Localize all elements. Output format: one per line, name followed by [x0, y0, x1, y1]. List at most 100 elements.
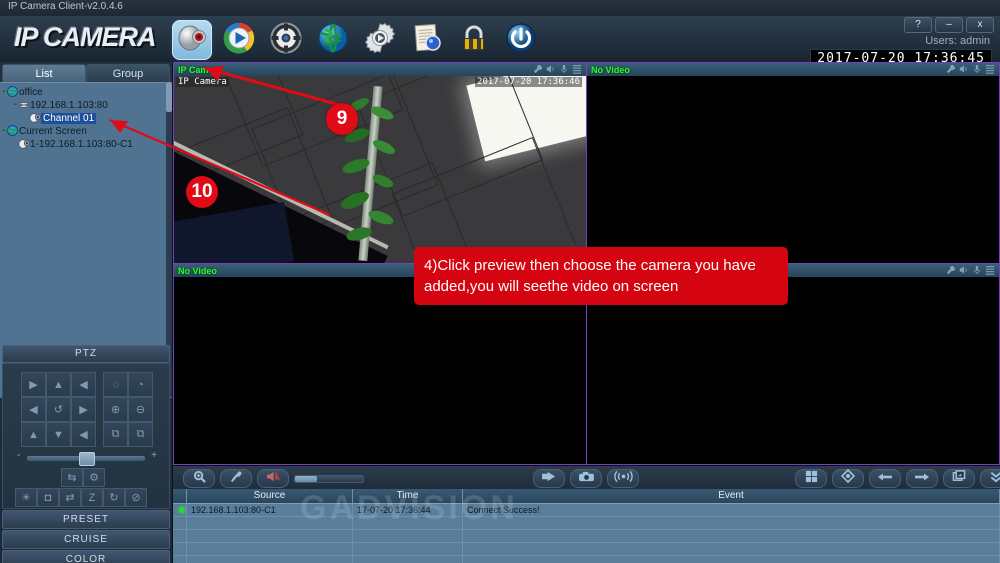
- speaker-mute-icon: [266, 470, 281, 488]
- ptz-up[interactable]: ▲: [46, 372, 71, 397]
- tree-node[interactable]: - office: [0, 86, 172, 98]
- ptz-speed-slider[interactable]: - +: [17, 450, 157, 466]
- ptz-down[interactable]: ▼: [46, 422, 71, 447]
- power-button[interactable]: [501, 20, 541, 60]
- grid-4-icon: [805, 470, 818, 488]
- ptz-light-button[interactable]: ☀: [15, 488, 37, 507]
- ptz-rotate-button[interactable]: ↻: [103, 488, 125, 507]
- event-log-header: Source Time Event: [173, 489, 1000, 504]
- talk-mic-button[interactable]: [220, 469, 252, 488]
- alarm-button[interactable]: [607, 469, 639, 488]
- cruise-section-button[interactable]: CRUISE: [2, 530, 170, 549]
- event-column-header[interactable]: Event: [463, 489, 1000, 503]
- ptz-flip-button[interactable]: ⇆: [61, 468, 83, 487]
- diamond-arrows-icon: [840, 468, 856, 488]
- tab-group[interactable]: Group: [86, 64, 170, 83]
- event-log-row[interactable]: [173, 543, 1000, 556]
- prev-page-button[interactable]: [869, 469, 901, 488]
- ptz-left[interactable]: ◀: [21, 397, 46, 422]
- app-header: IP CAMERA ? – x Users: admin 2017-07-20 …: [0, 16, 1000, 69]
- event-status-indicator: [173, 517, 187, 529]
- preview-camera-button[interactable]: [172, 20, 212, 60]
- ptz-lamp-button[interactable]: ◘: [37, 488, 59, 507]
- cycle-view-button[interactable]: [943, 469, 975, 488]
- zoom-in-button[interactable]: ⧉: [103, 422, 128, 447]
- zoom-search-button[interactable]: [183, 469, 215, 488]
- document-settings-icon: [410, 21, 444, 60]
- tab-list[interactable]: List: [2, 64, 86, 83]
- ptz-up-left[interactable]: ▶: [21, 372, 46, 397]
- event-log-row[interactable]: [173, 530, 1000, 543]
- event-source-cell: [187, 556, 353, 563]
- video-cell-title: No Video: [591, 64, 630, 75]
- tree-expander[interactable]: -: [0, 125, 8, 137]
- ptz-panel: ▶ ▲ ◀ ◀ ↺ ▶ ▲ ▼ ◀ ◌ ◔ ⊕ ⊖ ⧉ ⧉ - + ⇆ ⚙ ☀ ◘ ⇄ Z ↻ ⊘: [2, 363, 170, 509]
- ptz-settings-button[interactable]: ⚙: [83, 468, 105, 487]
- ip-camera-client-window: IP Camera Client-v2.0.4.6 IP CAMERA ? – …: [0, 0, 1000, 563]
- snapshot-button[interactable]: [570, 469, 602, 488]
- ptz-right[interactable]: ▶: [71, 397, 96, 422]
- mute-speaker-button[interactable]: [257, 469, 289, 488]
- focus-far-button-glyph: ⊖: [135, 404, 146, 416]
- tree-expander[interactable]: -: [0, 86, 8, 98]
- ptz-up-glyph: ▲: [53, 378, 64, 391]
- ptz-brush-button[interactable]: Z: [81, 488, 103, 507]
- focus-near-button[interactable]: ⊕: [103, 397, 128, 422]
- next-page-button[interactable]: [906, 469, 938, 488]
- preset-section-button[interactable]: PRESET: [2, 510, 170, 529]
- video-cell-body[interactable]: IP Camera 2017-07-20 17:36:46: [174, 76, 586, 263]
- event-event-cell: Connect Success!: [463, 504, 1000, 516]
- tree-expander[interactable]: -: [11, 99, 19, 111]
- lock-button[interactable]: [454, 20, 494, 60]
- iris-close-button[interactable]: ◔: [128, 372, 153, 397]
- video-cell-body[interactable]: [587, 277, 999, 464]
- alarm-signal-icon: [613, 470, 633, 488]
- ptz-down-right[interactable]: ◀: [71, 422, 96, 447]
- device-manage-button[interactable]: [313, 20, 353, 60]
- video-cell-2[interactable]: No Video: [586, 62, 1000, 264]
- event-log-row[interactable]: [173, 556, 1000, 563]
- event-column-header[interactable]: [173, 489, 187, 503]
- help-button[interactable]: ?: [904, 17, 932, 33]
- ptz-lamp-button-glyph: ◘: [44, 491, 52, 504]
- lock-icon: [457, 21, 491, 60]
- gear-icon: [363, 21, 397, 60]
- tree-node[interactable]: 1-192.168.1.103:80-C1: [0, 138, 172, 150]
- iris-open-button[interactable]: ◌: [103, 372, 128, 397]
- layout-grid-button[interactable]: [795, 469, 827, 488]
- magnifier-icon: [193, 470, 206, 488]
- ptz-control-button[interactable]: [266, 20, 306, 60]
- tree-node[interactable]: - Current Screen: [0, 125, 172, 137]
- event-log-row[interactable]: [173, 517, 1000, 530]
- ptz-function-row-1: ⇆ ⚙: [61, 468, 105, 487]
- volume-slider[interactable]: [294, 474, 364, 483]
- event-column-header[interactable]: Source: [187, 489, 353, 503]
- close-button[interactable]: x: [966, 17, 994, 33]
- video-cell-body[interactable]: [174, 277, 586, 464]
- tree-node[interactable]: Channel 01: [0, 112, 172, 124]
- speed-plus-label: +: [151, 450, 157, 461]
- ptz-wiper-button[interactable]: ⇄: [59, 488, 81, 507]
- zoom-out-button[interactable]: ⧉: [128, 422, 153, 447]
- tree-node[interactable]: -192.168.1.103:80: [0, 99, 172, 111]
- log-button[interactable]: [407, 20, 447, 60]
- event-column-header[interactable]: Time: [353, 489, 463, 503]
- record-button[interactable]: [533, 469, 565, 488]
- system-config-button[interactable]: [360, 20, 400, 60]
- ptz-stop-button[interactable]: ⊘: [125, 488, 147, 507]
- minimize-button[interactable]: –: [935, 17, 963, 33]
- fullscreen-button[interactable]: [832, 468, 864, 488]
- speed-knob[interactable]: [79, 452, 95, 466]
- event-log-rows: 192.168.1.103:80-C1 17-07-20 17:36:44 Conn…: [173, 504, 1000, 563]
- playback-button[interactable]: [219, 20, 259, 60]
- focus-far-button[interactable]: ⊖: [128, 397, 153, 422]
- video-cell-body[interactable]: [587, 76, 999, 263]
- event-log-row[interactable]: 192.168.1.103:80-C1 17-07-20 17:36:44 Conn…: [173, 504, 1000, 517]
- ptz-up-right[interactable]: ◀: [71, 372, 96, 397]
- color-section-button[interactable]: COLOR: [2, 550, 170, 563]
- ptz-down-left[interactable]: ▲: [21, 422, 46, 447]
- collapse-button[interactable]: [980, 469, 1000, 488]
- video-cell-1[interactable]: IP Camera IP Camera 2017-07-20 17:36:46: [173, 62, 587, 264]
- ptz-auto-scan[interactable]: ↺: [46, 397, 71, 422]
- event-time-cell: [353, 517, 463, 529]
